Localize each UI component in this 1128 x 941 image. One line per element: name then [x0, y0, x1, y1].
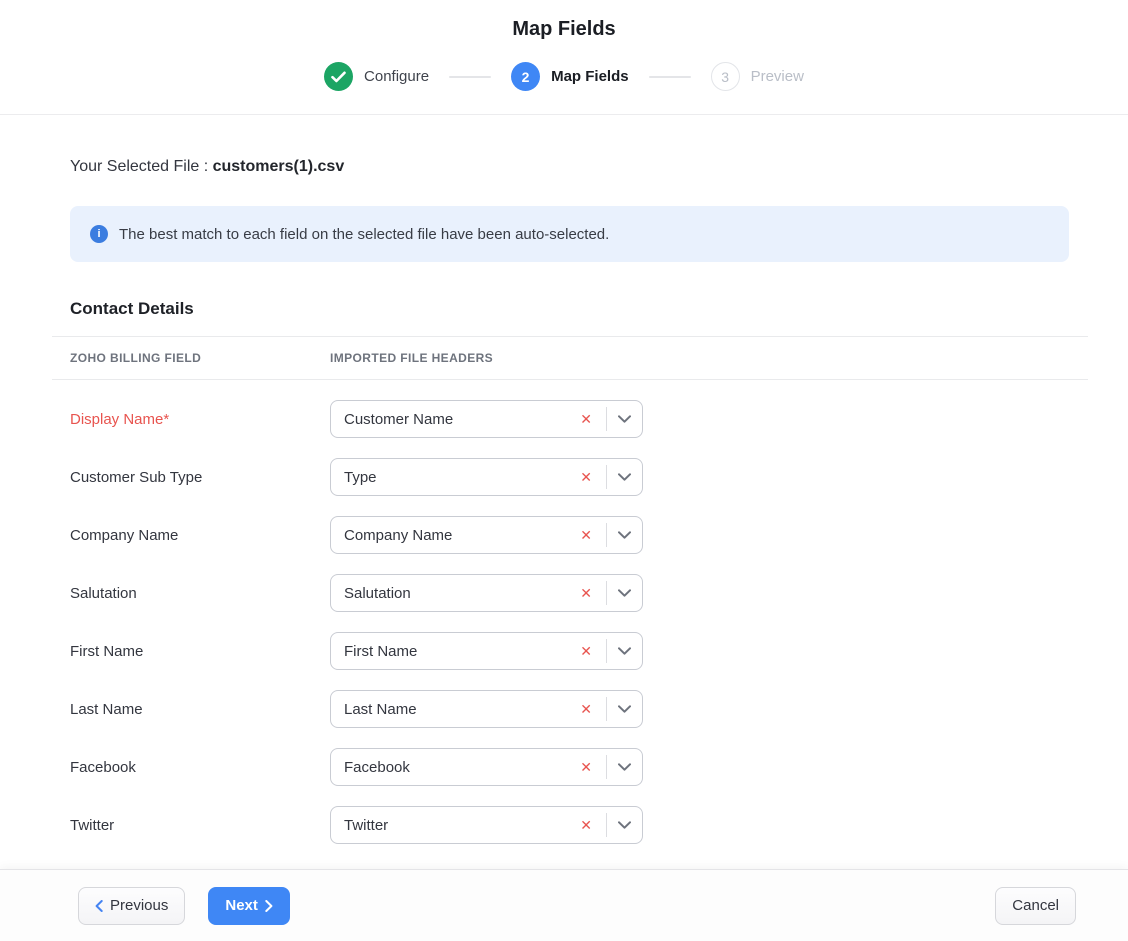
chevron-down-icon[interactable] [607, 459, 642, 495]
field-label: Customer Sub Type [52, 469, 330, 486]
chevron-down-icon[interactable] [607, 749, 642, 785]
info-banner-text: The best match to each field on the sele… [119, 226, 609, 243]
table-row: Display Name* Customer Name ✕ [52, 400, 1088, 438]
clear-selection-icon[interactable]: ✕ [574, 756, 606, 778]
chevron-down-icon[interactable] [607, 633, 642, 669]
page-title: Map Fields [0, 15, 1128, 43]
selected-file-line: Your Selected File : customers(1).csv [70, 157, 1088, 177]
field-label: Last Name [52, 701, 330, 718]
clear-selection-icon[interactable]: ✕ [574, 814, 606, 836]
column-header-imported-headers: IMPORTED FILE HEADERS [330, 351, 1088, 365]
cancel-button-label: Cancel [1012, 897, 1059, 914]
field-label: Display Name* [52, 411, 330, 428]
check-icon [324, 62, 353, 91]
step-divider [649, 76, 691, 78]
header-select[interactable]: Company Name ✕ [330, 516, 643, 554]
step-configure[interactable]: Configure [324, 62, 429, 91]
selected-file-name: customers(1).csv [213, 158, 345, 175]
clear-selection-icon[interactable]: ✕ [574, 524, 606, 546]
wizard-header: Map Fields Configure 2 Map Fields 3 Prev… [0, 0, 1128, 115]
field-label: First Name [52, 643, 330, 660]
chevron-down-icon[interactable] [607, 807, 642, 843]
table-header-row: ZOHO BILLING FIELD IMPORTED FILE HEADERS [52, 336, 1088, 380]
step-number-badge: 3 [711, 62, 740, 91]
table-row: Facebook Facebook ✕ [52, 748, 1088, 786]
select-value: Facebook [331, 759, 574, 776]
select-value: Twitter [331, 817, 574, 834]
table-row: First Name First Name ✕ [52, 632, 1088, 670]
step-configure-label: Configure [364, 68, 429, 85]
field-label: Twitter [52, 817, 330, 834]
selected-file-label: Your Selected File : [70, 158, 208, 175]
clear-selection-icon[interactable]: ✕ [574, 698, 606, 720]
info-banner: i The best match to each field on the se… [70, 206, 1069, 262]
clear-selection-icon[interactable]: ✕ [574, 640, 606, 662]
select-value: Last Name [331, 701, 574, 718]
clear-selection-icon[interactable]: ✕ [574, 466, 606, 488]
select-value: First Name [331, 643, 574, 660]
section-title: Contact Details [70, 298, 1128, 320]
field-rows: Display Name* Customer Name ✕ Customer S… [52, 400, 1088, 844]
previous-button[interactable]: Previous [78, 887, 185, 925]
field-mapping-table: ZOHO BILLING FIELD IMPORTED FILE HEADERS… [52, 336, 1088, 844]
step-map-fields-label: Map Fields [551, 68, 629, 85]
table-row: Customer Sub Type Type ✕ [52, 458, 1088, 496]
previous-button-label: Previous [110, 897, 168, 914]
chevron-left-icon [95, 900, 103, 912]
table-row: Last Name Last Name ✕ [52, 690, 1088, 728]
next-button-label: Next [225, 897, 258, 914]
table-row: Twitter Twitter ✕ [52, 806, 1088, 844]
step-preview-label: Preview [751, 68, 804, 85]
field-label: Salutation [52, 585, 330, 602]
wizard-stepper: Configure 2 Map Fields 3 Preview [0, 62, 1128, 91]
select-value: Salutation [331, 585, 574, 602]
header-select[interactable]: Twitter ✕ [330, 806, 643, 844]
next-button[interactable]: Next [208, 887, 290, 925]
step-divider [449, 76, 491, 78]
chevron-right-icon [265, 900, 273, 912]
footer-action-bar: Previous Next Cancel [0, 869, 1128, 941]
select-value: Customer Name [331, 411, 574, 428]
field-label: Facebook [52, 759, 330, 776]
select-value: Type [331, 469, 574, 486]
step-map-fields[interactable]: 2 Map Fields [511, 62, 629, 91]
field-label: Company Name [52, 527, 330, 544]
header-select[interactable]: Last Name ✕ [330, 690, 643, 728]
step-number-badge: 2 [511, 62, 540, 91]
table-row: Salutation Salutation ✕ [52, 574, 1088, 612]
cancel-button[interactable]: Cancel [995, 887, 1076, 925]
clear-selection-icon[interactable]: ✕ [574, 408, 606, 430]
chevron-down-icon[interactable] [607, 517, 642, 553]
header-select[interactable]: Facebook ✕ [330, 748, 643, 786]
column-header-billing-field: ZOHO BILLING FIELD [52, 351, 330, 365]
chevron-down-icon[interactable] [607, 575, 642, 611]
header-select[interactable]: Customer Name ✕ [330, 400, 643, 438]
select-value: Company Name [331, 527, 574, 544]
chevron-down-icon[interactable] [607, 401, 642, 437]
clear-selection-icon[interactable]: ✕ [574, 582, 606, 604]
header-select[interactable]: Type ✕ [330, 458, 643, 496]
table-row: Company Name Company Name ✕ [52, 516, 1088, 554]
header-select[interactable]: Salutation ✕ [330, 574, 643, 612]
chevron-down-icon[interactable] [607, 691, 642, 727]
step-preview[interactable]: 3 Preview [711, 62, 804, 91]
info-icon: i [90, 225, 108, 243]
header-select[interactable]: First Name ✕ [330, 632, 643, 670]
